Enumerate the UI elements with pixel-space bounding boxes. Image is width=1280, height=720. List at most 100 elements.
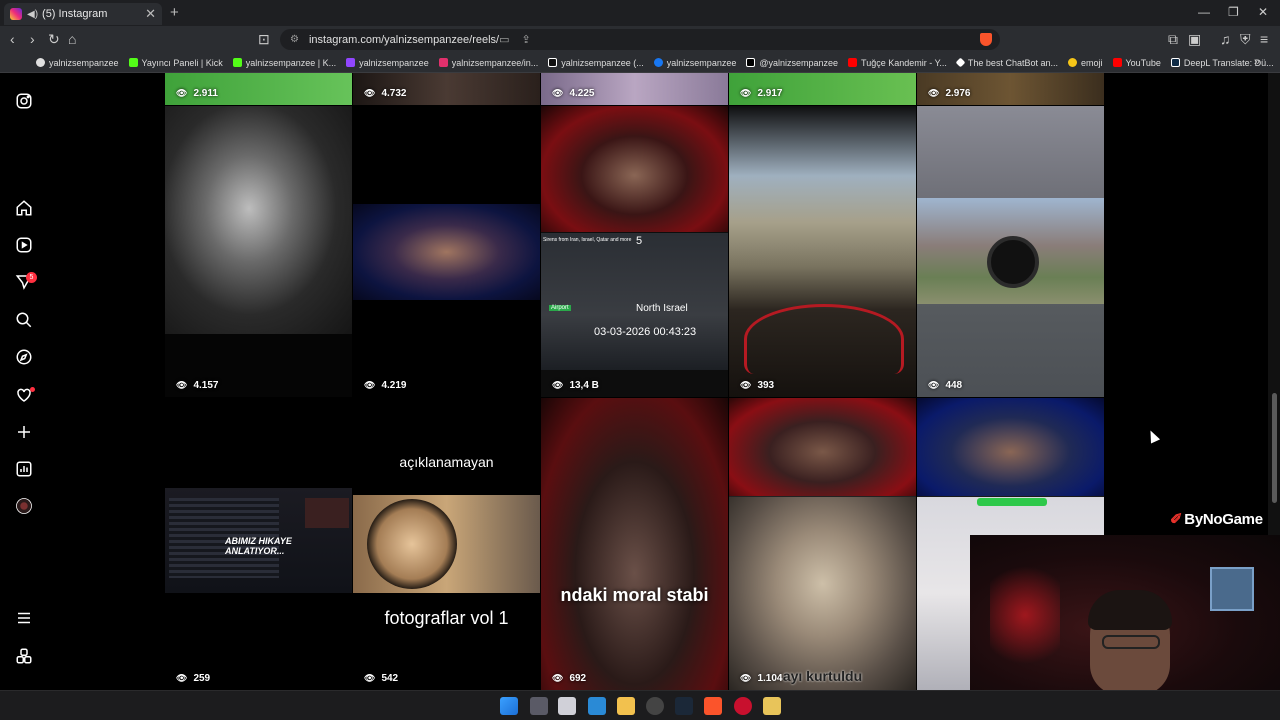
- bookmark-item[interactable]: Yayıncı Paneli | Kick: [128, 58, 223, 68]
- reel-tile[interactable]: 👁 4.732: [353, 73, 540, 105]
- obs-icon[interactable]: [646, 697, 664, 715]
- reel-thumbnail: [353, 495, 540, 593]
- emoji-icon: [1067, 58, 1077, 67]
- music-icon[interactable]: ♫: [1220, 31, 1231, 47]
- forward-icon[interactable]: ›: [30, 31, 35, 47]
- steering-wheel-shape: [744, 304, 904, 374]
- profile-icon[interactable]: [14, 496, 34, 516]
- url-text: instagram.com/yalnizsempanzee/reels/: [308, 33, 500, 46]
- reel-thumbnail: [165, 106, 352, 334]
- reel-tile[interactable]: 👁 393: [729, 106, 916, 397]
- view-count: 👁 259: [176, 673, 211, 684]
- view-count: 👁 13,4 B: [552, 380, 599, 391]
- explore-icon[interactable]: [14, 347, 34, 367]
- scrollbar-thumb[interactable]: [1272, 393, 1277, 503]
- app-taskbar-icon[interactable]: [734, 697, 752, 715]
- streamer-hair-shape: [1088, 590, 1172, 630]
- address-bar[interactable]: ⚙ instagram.com/yalnizsempanzee/reels/ ▭…: [280, 29, 1000, 50]
- vpn-icon[interactable]: ⛨: [1240, 31, 1251, 48]
- photos-icon[interactable]: [588, 697, 606, 715]
- notifications-badge: 5: [26, 272, 37, 283]
- bookmark-item[interactable]: yalnizsempanzee | K...: [232, 58, 336, 68]
- reel-tile[interactable]: 👁 2.976: [917, 73, 1104, 105]
- view-count: 👁 4.157: [176, 380, 219, 391]
- also-from-meta-icon[interactable]: [14, 646, 34, 666]
- kick-icon: [128, 58, 138, 67]
- bookmarks-more-icon[interactable]: »: [1254, 56, 1260, 68]
- maximize-button[interactable]: ❐: [1228, 5, 1239, 19]
- reel-caption-bottom: fotograflar vol 1: [384, 608, 509, 628]
- home-browser-icon[interactable]: ⌂: [68, 31, 76, 47]
- view-count: 👁 4.225: [552, 88, 595, 99]
- eye-icon: 👁: [176, 88, 188, 98]
- eye-icon: 👁: [552, 88, 564, 98]
- menu-icon[interactable]: [14, 608, 34, 628]
- share-icon[interactable]: ⇪: [522, 33, 531, 46]
- search-icon[interactable]: [14, 310, 34, 330]
- youtube-icon: [1112, 58, 1122, 67]
- extensions-icon[interactable]: ⧉: [1168, 31, 1178, 48]
- bookmark-item[interactable]: yalnizsempanzee: [653, 58, 736, 68]
- windows-start-icon[interactable]: [500, 697, 518, 715]
- reel-tile[interactable]: 👁 2.911: [165, 73, 352, 105]
- bookmark-item[interactable]: yalnizsempanzee: [36, 58, 119, 68]
- view-count: 👁 4.732: [364, 88, 407, 99]
- eye-icon: 👁: [176, 673, 188, 683]
- new-tab-button[interactable]: +: [170, 4, 179, 21]
- reel-tile[interactable]: 👁 2.917: [729, 73, 916, 105]
- browser-titlebar: ◀) (5) Instagram ✕ + — ❐ ✕: [0, 0, 1280, 26]
- reel-tile[interactable]: 👁 4.225: [541, 73, 728, 105]
- bookmark-item[interactable]: Tuğçe Kandemir - Y...: [848, 58, 947, 68]
- browser-menu-icon[interactable]: ≡: [1260, 31, 1268, 47]
- file-explorer-icon[interactable]: [617, 697, 635, 715]
- media-player-icon[interactable]: [763, 697, 781, 715]
- home-icon[interactable]: [14, 198, 34, 218]
- reel-tile[interactable]: ndaki moral stabi 👁 692: [541, 398, 728, 690]
- reel-tile[interactable]: 👁 4.157: [165, 106, 352, 397]
- minecraft-decor-shape: [1210, 567, 1254, 611]
- reel-tile[interactable]: 👁 448: [917, 106, 1104, 397]
- reel-tile[interactable]: Sirens from Iran, Israel, Qatar and more…: [541, 106, 728, 397]
- create-icon[interactable]: [14, 422, 34, 442]
- brave-taskbar-icon[interactable]: [704, 697, 722, 715]
- bookmark-item[interactable]: @yalnizsempanzee: [746, 58, 838, 68]
- bookmark-item[interactable]: yalnizsempanzee (...: [548, 58, 644, 68]
- bookmark-icon[interactable]: ⊡: [258, 31, 270, 48]
- reel-news-thumbnail: Sirens from Iran, Israel, Qatar and more…: [541, 233, 728, 370]
- reel-tile[interactable]: ayı kurtuldu 👁 1.104: [729, 398, 916, 690]
- minimize-button[interactable]: —: [1198, 5, 1210, 19]
- browser-navbar: ‹ › ↻ ⌂ ⊡ ⚙ instagram.com/yalnizsempanze…: [0, 26, 1280, 53]
- speaker-icon[interactable]: ◀): [27, 9, 38, 20]
- x-icon: [746, 58, 756, 67]
- scope-shape: [987, 236, 1039, 288]
- reels-icon[interactable]: [14, 235, 34, 255]
- steam-icon[interactable]: [675, 697, 693, 715]
- bookmark-item[interactable]: YouTube: [1112, 58, 1161, 68]
- sidebar-toggle-icon[interactable]: ▣: [1188, 31, 1201, 48]
- cast-icon[interactable]: ▭: [499, 33, 509, 46]
- view-count: 👁 2.911: [176, 88, 218, 99]
- bookmark-item[interactable]: The best ChatBot an...: [955, 58, 1058, 68]
- instagram-logo-icon[interactable]: [14, 91, 34, 111]
- browser-tab-instagram[interactable]: ◀) (5) Instagram ✕: [4, 3, 162, 25]
- back-icon[interactable]: ‹: [10, 31, 15, 47]
- reel-tile[interactable]: 👁 4.219: [353, 106, 540, 397]
- site-settings-icon[interactable]: ⚙: [290, 34, 299, 45]
- view-count: 👁 1.104: [740, 673, 783, 684]
- reel-tile[interactable]: açıklanamayan fotograflar vol 1 👁 542: [353, 398, 540, 690]
- dashboard-icon[interactable]: [14, 459, 34, 479]
- brave-shields-icon[interactable]: [980, 33, 992, 46]
- close-tab-icon[interactable]: ✕: [145, 6, 156, 22]
- task-view-icon[interactable]: [530, 697, 548, 715]
- reel-tile[interactable]: ABIMIZ HIKAYE ANLATIYOR... 👁 259: [165, 398, 352, 690]
- view-count: 👁 542: [364, 673, 399, 684]
- bookmark-item[interactable]: yalnizsempanzee: [346, 58, 429, 68]
- close-window-button[interactable]: ✕: [1258, 5, 1268, 19]
- bookmark-item[interactable]: emoji: [1067, 58, 1103, 68]
- snipping-tool-icon[interactable]: [558, 697, 576, 715]
- bookmark-item[interactable]: yalnizsempanzee/in...: [438, 58, 538, 68]
- reload-icon[interactable]: ↻: [48, 31, 60, 48]
- eye-icon: 👁: [176, 380, 188, 390]
- green-banner-shape: [977, 498, 1047, 506]
- reel-thumbnail: [729, 398, 916, 496]
